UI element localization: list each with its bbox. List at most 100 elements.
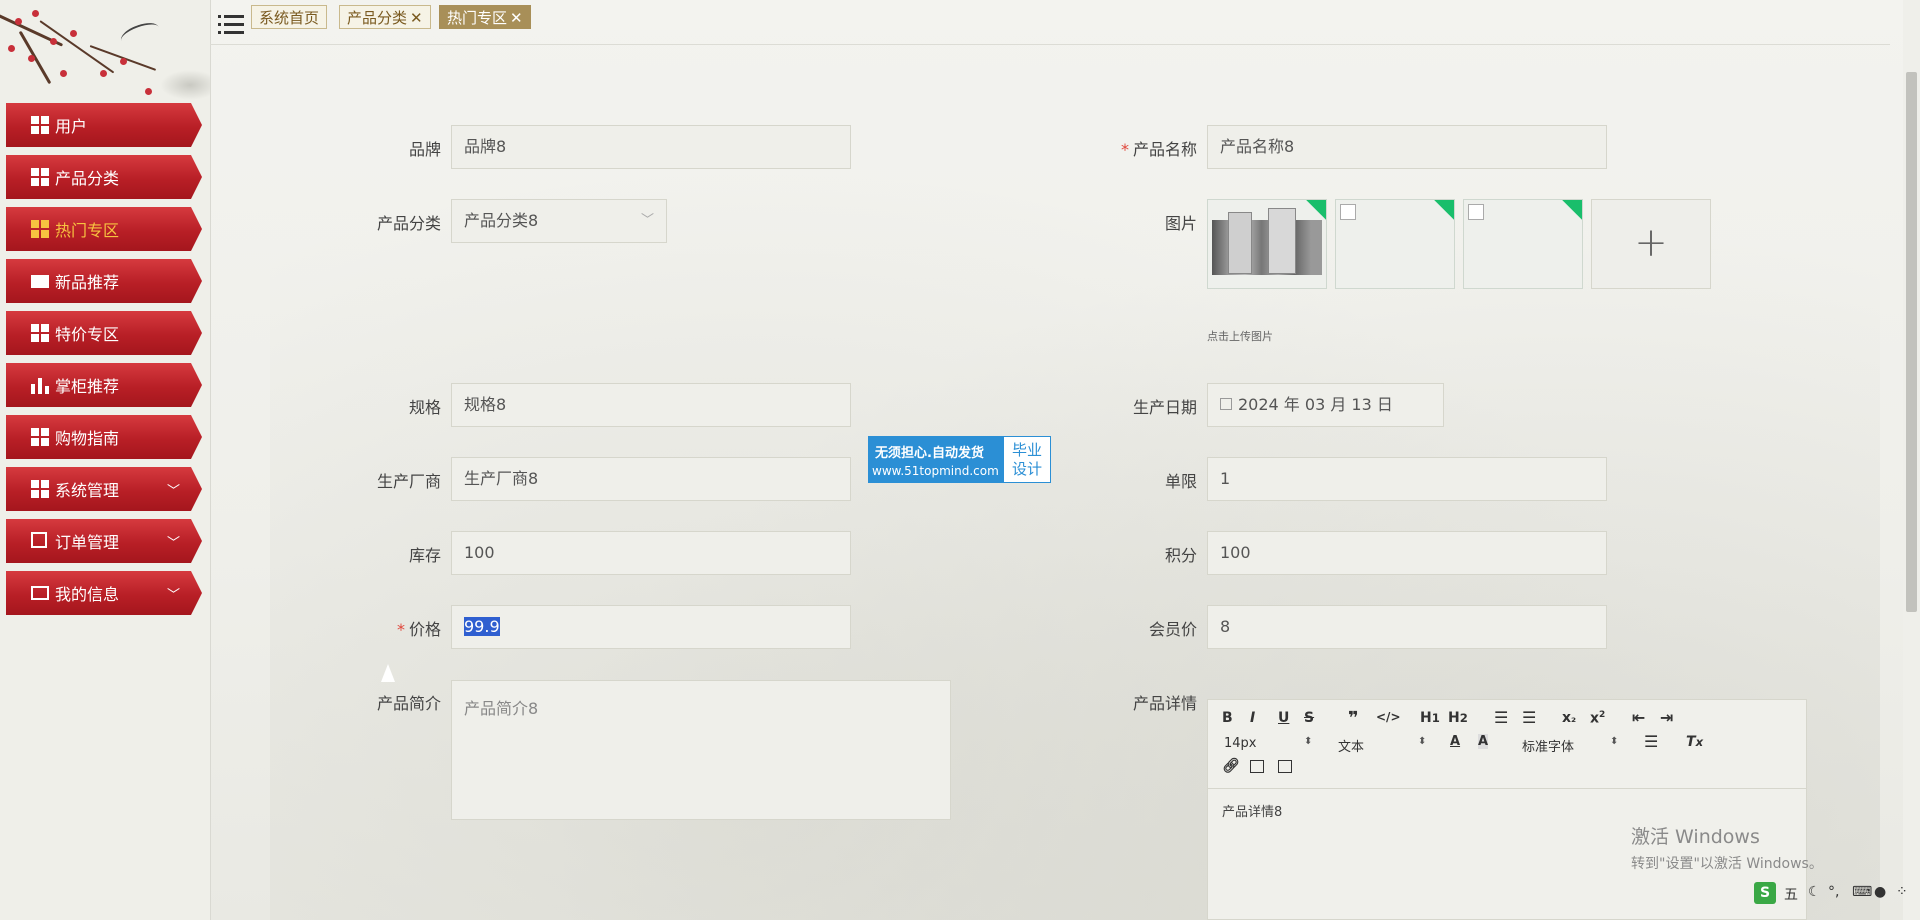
intro-textarea[interactable]: 产品简介8 [451,680,951,820]
image-thumb-1[interactable] [1207,199,1327,289]
moon-icon[interactable]: ☾ [1808,884,1821,900]
tab-product-category[interactable]: 产品分类 ✕ [339,5,431,29]
limit-input[interactable]: 1 [1207,457,1607,501]
points-input[interactable]: 100 [1207,531,1607,575]
image-label: 图片 [1164,214,1197,233]
grid-settings-icon[interactable]: ⁘ [1896,884,1908,900]
blockquote-icon[interactable]: ❞ [1348,708,1359,729]
sidebar: 用户 产品分类 热门专区 新品推荐 特价专区 掌柜推荐 购物指南 系统管理 ﹀ 订单管理 ﹀ 我的信息… [0,0,211,920]
menu-toggle-icon[interactable] [218,11,244,37]
font-color-icon[interactable]: A [1450,734,1460,749]
sidebar-item-label: 系统管理 [55,481,120,500]
production-date-input[interactable]: 2024 年 03 月 13 日 [1207,383,1444,427]
sidebar-item-label: 热门专区 [55,221,120,240]
italic-icon[interactable]: I [1250,710,1255,726]
selected-badge-icon [1306,200,1326,220]
product-name-input[interactable]: 产品名称8 [1207,125,1607,169]
grid-icon [31,324,49,342]
sidebar-item[interactable]: 产品分类 [6,155,202,199]
mouse-cursor-icon [381,664,395,682]
spec-input[interactable]: 规格8 [451,383,851,427]
sidebar-item[interactable]: 特价专区 [6,311,202,355]
ime-tray: S 五 ☾ °, ⌨ ● ⁘ [1752,880,1920,908]
close-icon[interactable]: ✕ [510,9,523,27]
sidebar-item-label: 购物指南 [55,429,120,448]
bold-icon[interactable]: B [1222,710,1233,726]
outdent-icon[interactable]: ⇤ [1632,708,1645,727]
strike-icon[interactable]: S [1304,710,1314,726]
grid-icon [31,428,49,446]
tab-home[interactable]: 系统首页 [251,5,328,29]
align-icon[interactable]: ☰ [1644,732,1658,751]
chevron-down-icon: ﹀ [640,213,654,228]
indent-icon[interactable]: ⇥ [1660,708,1673,727]
scroll-thumb[interactable] [1906,72,1917,612]
sidebar-item[interactable]: 我的信息 ﹀ [6,571,202,615]
code-icon[interactable]: </> [1376,710,1401,724]
sidebar-item-label: 掌柜推荐 [55,377,120,396]
upload-hint: 点击上传图片 [1207,330,1273,343]
sidebar-item-label: 产品分类 [55,169,120,188]
clear-format-icon[interactable]: Tx [1686,734,1703,750]
scrollbar[interactable] [1903,0,1920,920]
punctuation-icon[interactable]: °, [1828,884,1839,900]
brand-input[interactable]: 品牌8 [451,125,851,169]
grid-icon [31,220,49,238]
image-icon[interactable] [1250,760,1264,773]
sidebar-item[interactable]: 用户 [6,103,202,147]
sidebar-item[interactable]: 订单管理 ﹀ [6,519,202,563]
upload-plus-button[interactable]: + [1591,199,1711,289]
chevron-down-icon: ﹀ [166,536,180,551]
background-color-icon[interactable]: A [1478,734,1489,749]
editor-toolbar: B I U S ❞ </> H1 H2 ☰ ☰ x₂ x2 ⇤ ⇥ 14px ⬍ … [1208,700,1806,789]
calendar-icon [1220,398,1232,410]
superscript-icon[interactable]: x2 [1590,710,1605,727]
tab-hot-zone[interactable]: 热门专区 ✕ [439,5,531,29]
category-label: 产品分类 [376,214,441,233]
bullet-list-icon[interactable]: ☰ [1522,708,1536,727]
font-size-select[interactable]: 14px ⬍ [1224,736,1312,751]
sidebar-item[interactable]: 购物指南 [6,415,202,459]
sidebar-item[interactable]: 新品推荐 [6,259,202,303]
price-label: * 价格 [396,620,441,639]
category-select[interactable]: 产品分类8 ﹀ [451,199,667,243]
spec-label: 规格 [408,398,441,417]
card-icon [31,584,49,602]
heading1-icon[interactable]: H1 [1420,710,1440,726]
rich-text-editor: B I U S ❞ </> H1 H2 ☰ ☰ x₂ x2 ⇤ ⇥ 14px ⬍ … [1207,699,1807,920]
production-date-label: 生产日期 [1132,398,1197,417]
user-icon[interactable]: ● [1874,884,1886,900]
sogou-ime-icon[interactable]: S [1754,882,1776,904]
close-icon[interactable]: ✕ [410,9,423,27]
ordered-list-icon[interactable]: ☰ [1494,708,1508,727]
link-icon[interactable]: 🔗︎ [1222,758,1240,774]
video-icon[interactable] [1278,760,1292,773]
watermark-line2: www.51topmind.com [872,464,999,478]
chevron-down-icon: ﹀ [166,588,180,603]
grid-icon [31,116,49,134]
activation-subtitle: 转到"设置"以激活 Windows。 [1631,856,1823,872]
sidebar-item[interactable]: 掌柜推荐 [6,363,202,407]
image-thumb-3[interactable] [1463,199,1583,289]
sidebar-item-label: 我的信息 [55,585,120,604]
text-type-select[interactable]: 文本 ⬍ [1338,736,1426,755]
subscript-icon[interactable]: x₂ [1562,710,1576,726]
heading2-icon[interactable]: H2 [1448,710,1468,726]
underline-icon[interactable]: U [1278,710,1289,726]
wallet-icon [31,272,49,290]
sidebar-item[interactable]: 系统管理 ﹀ [6,467,202,511]
sidebar-item[interactable]: 热门专区 [6,207,202,251]
member-price-input[interactable]: 8 [1207,605,1607,649]
font-family-select[interactable]: 标准字体 ⬍ [1522,736,1618,755]
intro-label: 产品简介 [376,694,441,713]
price-input[interactable]: 99.9 [451,605,851,649]
product-name-label: * 产品名称 [1120,140,1197,159]
manufacturer-input[interactable]: 生产厂商8 [451,457,851,501]
image-thumb-2[interactable] [1335,199,1455,289]
sidebar-item-label: 特价专区 [55,325,120,344]
keyboard-icon[interactable]: ⌨ [1852,884,1872,900]
ime-mode[interactable]: 五 [1784,884,1798,904]
stock-input[interactable]: 100 [451,531,851,575]
watermark-banner: 无须担心.自动发货 www.51topmind.com 毕业 设计 [868,436,1051,483]
sidebar-item-label: 订单管理 [55,533,120,552]
